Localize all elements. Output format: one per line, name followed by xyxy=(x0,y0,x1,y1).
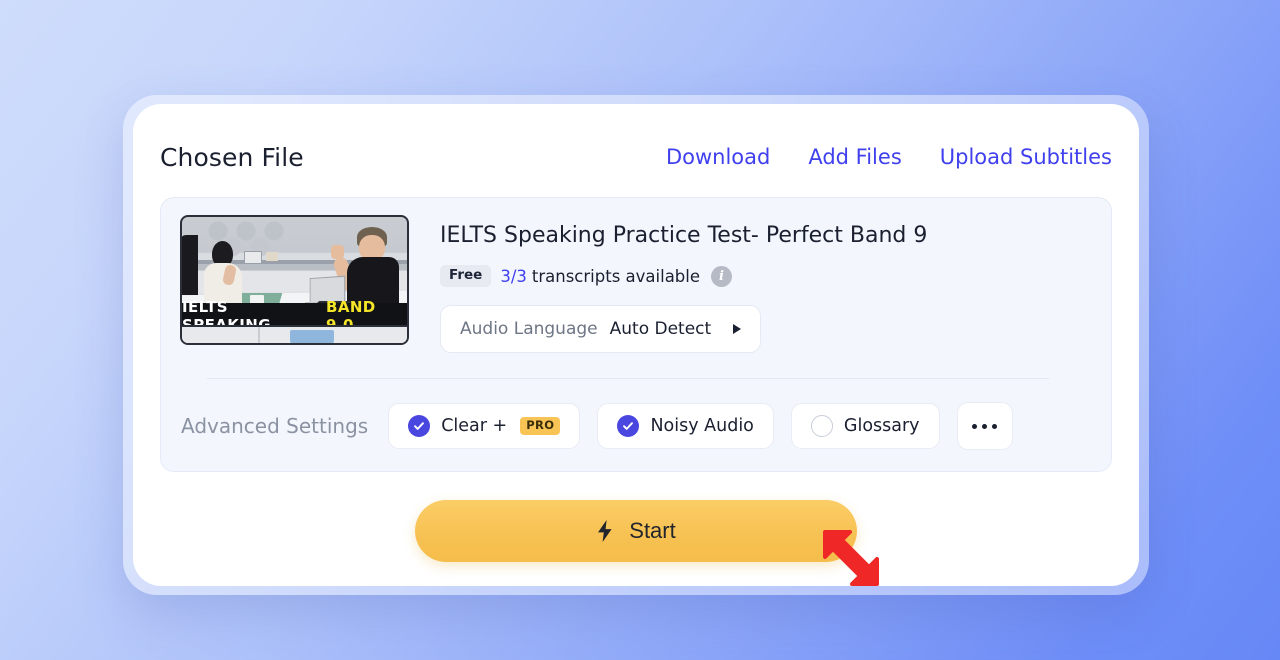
status-badge-free: Free xyxy=(440,265,492,287)
screen-background: Chosen File Download Add Files Upload Su… xyxy=(0,0,1280,660)
start-button-label: Start xyxy=(629,518,676,543)
checkbox-unchecked-icon[interactable] xyxy=(810,415,833,437)
download-link[interactable]: Download xyxy=(666,145,770,169)
advanced-settings-label: Advanced Settings xyxy=(181,414,369,438)
dot-icon xyxy=(972,423,978,429)
wall-note xyxy=(266,252,278,261)
wall-socket-icon xyxy=(244,251,262,264)
chevron-right-icon xyxy=(733,323,742,334)
upload-subtitles-link[interactable]: Upload Subtitles xyxy=(940,145,1112,169)
thumbnail-foreground xyxy=(182,325,407,343)
option-clear-plus[interactable]: Clear + PRO xyxy=(388,403,581,449)
start-button-row: Start xyxy=(133,500,1139,562)
advanced-settings-row: Advanced Settings Clear + PRO Noisy Audi… xyxy=(181,402,1013,450)
dot-icon xyxy=(992,423,998,429)
chosen-file-card: Chosen File Download Add Files Upload Su… xyxy=(133,104,1139,586)
page-title: Chosen File xyxy=(160,142,304,172)
checkbox-checked-icon[interactable] xyxy=(408,415,431,437)
add-files-link[interactable]: Add Files xyxy=(808,145,901,169)
person-background xyxy=(182,235,198,295)
start-button[interactable]: Start xyxy=(415,500,857,562)
option-clear-plus-label: Clear + xyxy=(441,416,508,436)
dot-icon xyxy=(982,423,988,429)
card-header: Chosen File Download Add Files Upload Su… xyxy=(160,136,1112,178)
audio-language-select[interactable]: Audio Language Auto Detect xyxy=(440,304,762,353)
header-actions: Download Add Files Upload Subtitles xyxy=(666,145,1112,169)
lightning-bolt-icon xyxy=(598,520,612,542)
panel-divider xyxy=(207,378,1049,379)
person-candidate xyxy=(202,241,246,303)
pro-badge: PRO xyxy=(520,417,561,435)
audio-language-value: Auto Detect xyxy=(609,318,712,339)
transcripts-count: 3/3 xyxy=(500,266,527,286)
file-title: IELTS Speaking Practice Test- Perfect Ba… xyxy=(440,223,928,248)
file-status-row: Free 3/3 transcripts available i xyxy=(440,265,1080,287)
info-icon[interactable]: i xyxy=(711,265,733,287)
checkbox-checked-icon[interactable] xyxy=(617,415,640,437)
option-glossary-label: Glossary xyxy=(843,416,920,436)
transcripts-status: 3/3 transcripts available xyxy=(500,267,700,286)
file-meta: IELTS Speaking Practice Test- Perfect Ba… xyxy=(440,223,1080,353)
option-glossary[interactable]: Glossary xyxy=(790,403,940,449)
video-thumbnail[interactable]: IELTS SPEAKING BAND 9.0 xyxy=(180,215,409,345)
option-noisy-audio[interactable]: Noisy Audio xyxy=(597,403,774,449)
more-options-button[interactable] xyxy=(956,402,1013,450)
file-panel: IELTS SPEAKING BAND 9.0 IELTS Speaking P… xyxy=(160,197,1112,472)
option-noisy-audio-label: Noisy Audio xyxy=(650,416,754,436)
audio-language-label: Audio Language xyxy=(460,318,598,339)
transcripts-label: transcripts available xyxy=(531,266,701,286)
